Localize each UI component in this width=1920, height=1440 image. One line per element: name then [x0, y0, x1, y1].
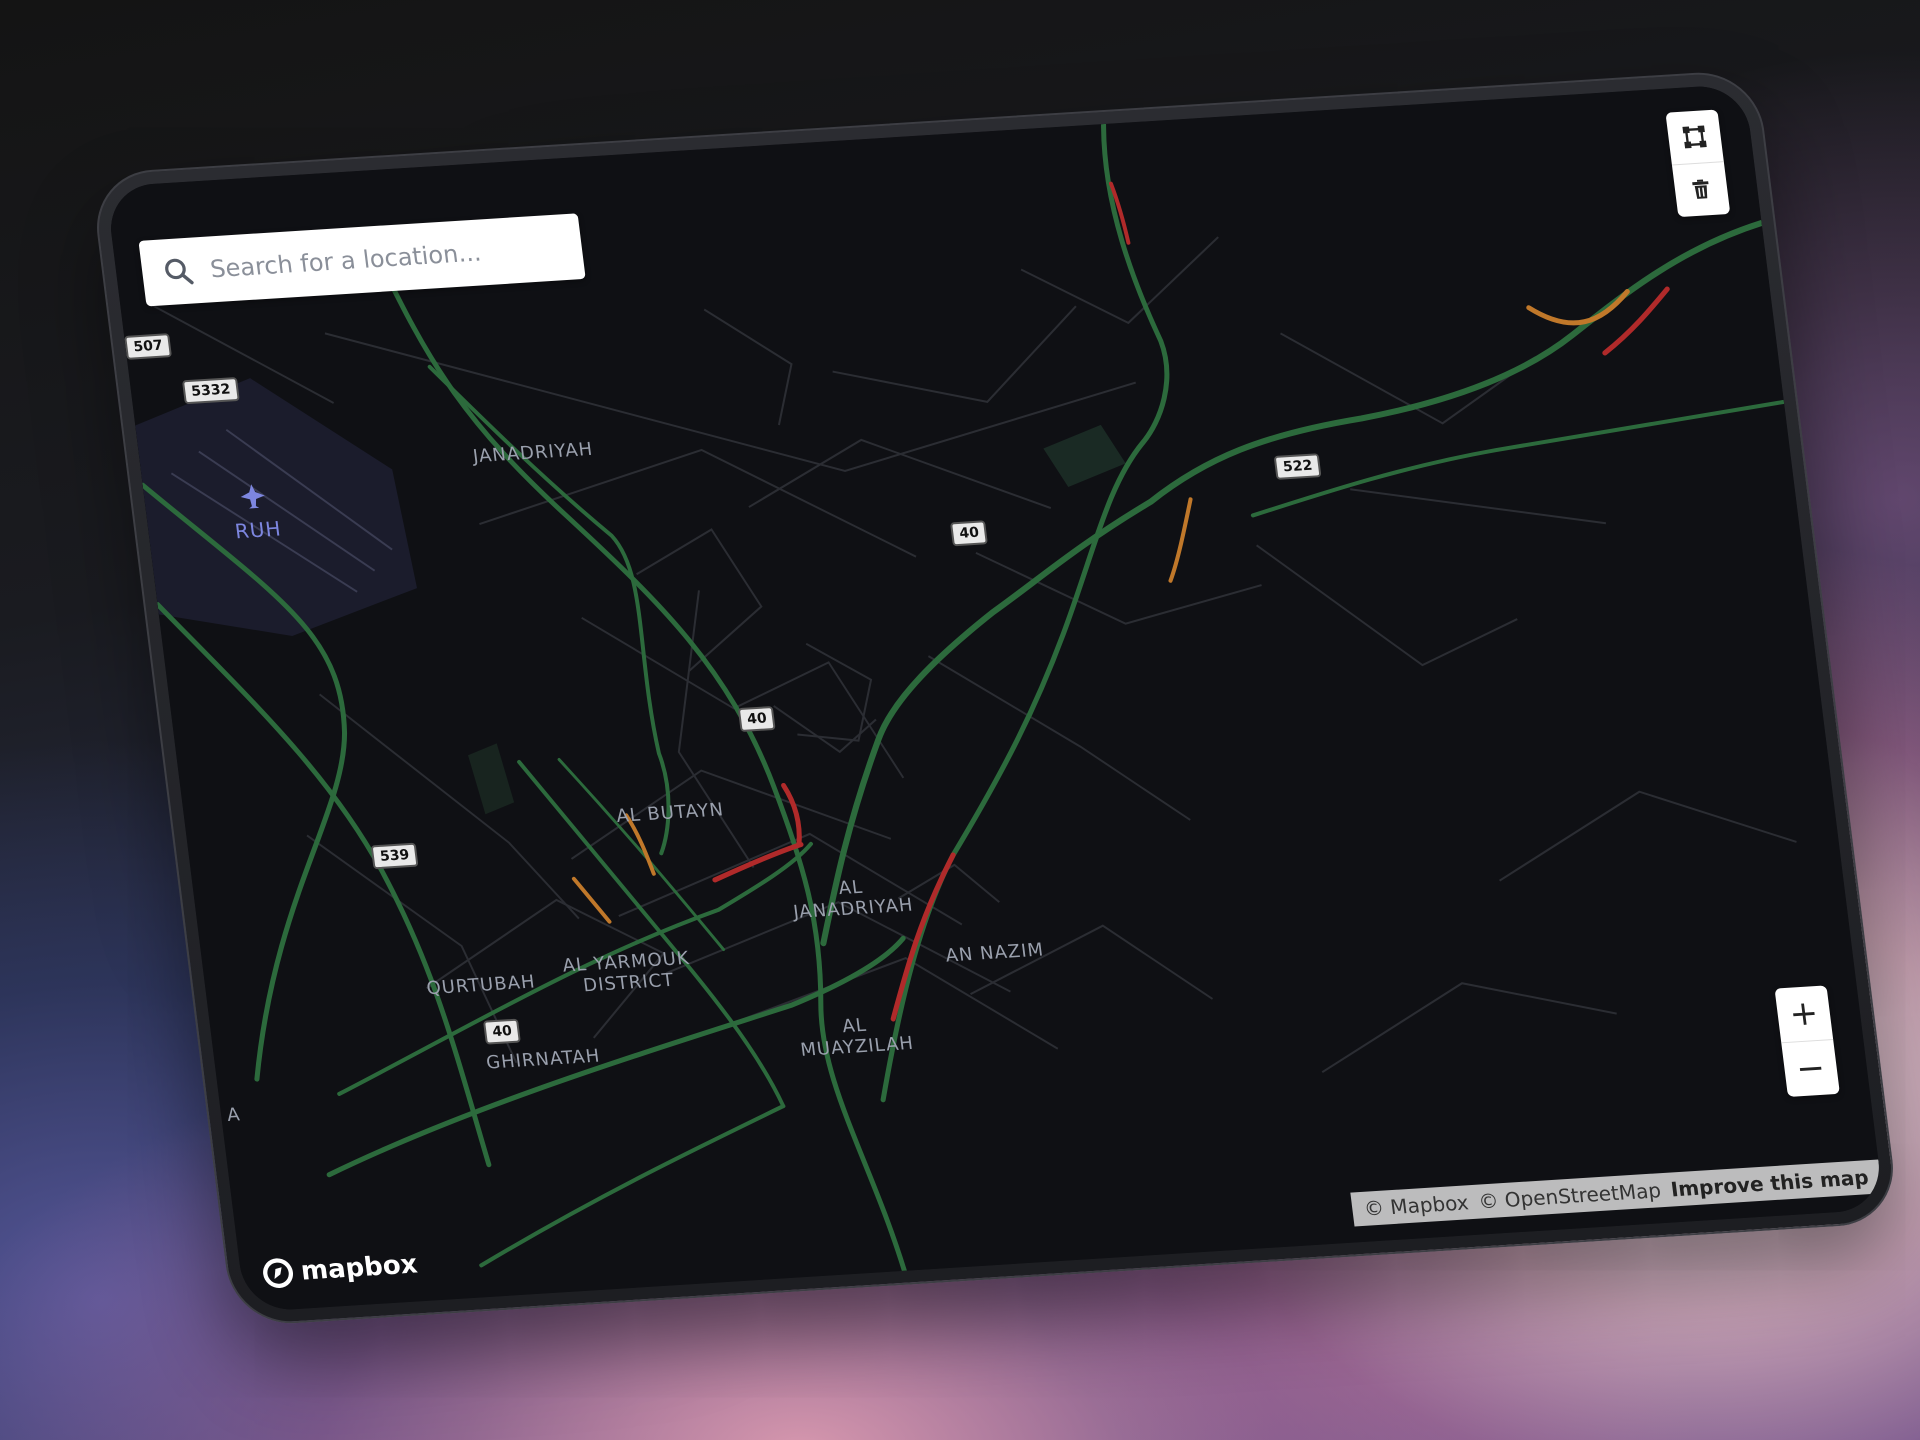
road-shield-40: 40 — [482, 1018, 522, 1045]
road-shield-40: 40 — [737, 705, 777, 733]
mapbox-logo-icon — [263, 1258, 294, 1288]
mapbox-logo-text: mapbox — [299, 1249, 420, 1287]
delete-drawing-button[interactable] — [1671, 161, 1731, 218]
road-shield-40: 40 — [950, 520, 989, 547]
polygon-draw-icon — [1682, 125, 1707, 149]
zoom-out-button[interactable]: − — [1781, 1039, 1840, 1097]
map-viewport[interactable]: JANADRIYAH RUH AL BUTAYN AL JANADRIYAH A… — [105, 83, 1885, 1313]
road-shield-507: 507 — [124, 333, 173, 360]
attribution-osm-link[interactable]: © OpenStreetMap — [1477, 1178, 1662, 1213]
zoom-in-button[interactable]: + — [1775, 985, 1834, 1042]
trash-icon — [1692, 179, 1709, 199]
search-input[interactable] — [206, 233, 554, 285]
map-label-al-janadriyah: AL JANADRIYAH — [789, 874, 915, 923]
attribution-mapbox-link[interactable]: © Mapbox — [1362, 1190, 1469, 1220]
road-shield-5332: 5332 — [181, 376, 240, 405]
map-label-edge: A — [225, 1104, 242, 1126]
road-shield-539: 539 — [370, 842, 419, 870]
search-icon — [165, 258, 194, 285]
device-frame: JANADRIYAH RUH AL BUTAYN AL JANADRIYAH A… — [89, 68, 1901, 1328]
road-shield-522: 522 — [1273, 453, 1322, 480]
map-label-al-muaysilah: AL MUAYZILAH — [797, 1012, 915, 1061]
draw-polygon-button[interactable] — [1665, 109, 1723, 164]
map-label-al-yarmouk: AL YARMOUK DISTRICT — [561, 948, 693, 998]
map-label-airport-code: RUH — [233, 516, 283, 544]
